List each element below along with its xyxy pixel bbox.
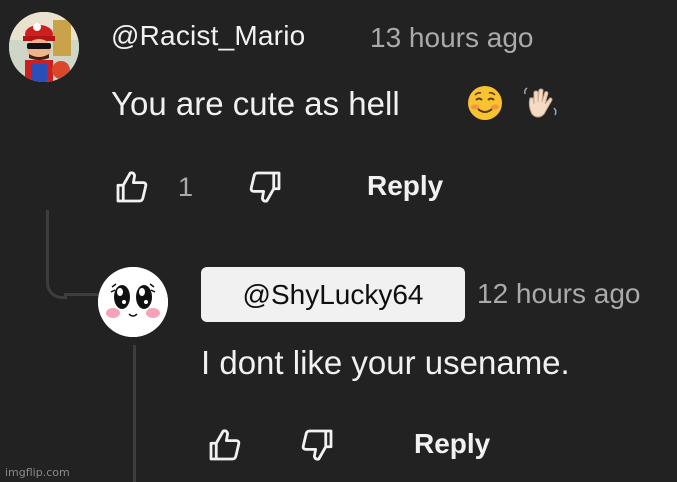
comment-text: You are cute as hell xyxy=(111,85,400,122)
thread-connector-line xyxy=(64,293,98,296)
reply-timestamp[interactable]: 12 hours ago xyxy=(477,278,640,310)
reply-author[interactable]: @ShyLucky64 xyxy=(243,279,424,311)
reply-button[interactable]: Reply xyxy=(414,428,490,460)
waving-hand-icon xyxy=(522,84,560,122)
thumbs-down-icon[interactable] xyxy=(296,424,338,466)
like-count: 1 xyxy=(178,172,194,202)
thread-connector-line xyxy=(46,210,67,299)
thumbs-up-icon[interactable] xyxy=(204,424,246,466)
thread-line xyxy=(133,345,136,482)
thumbs-down-icon[interactable] xyxy=(244,166,286,208)
comment-author[interactable]: @Racist_Mario xyxy=(111,20,305,52)
comment-timestamp[interactable]: 13 hours ago xyxy=(370,22,533,54)
watermark: imgflip.com xyxy=(5,466,70,479)
smiling-face-icon xyxy=(466,84,504,122)
mention-author-chip[interactable]: @ShyLucky64 xyxy=(201,267,465,322)
thumbs-up-icon[interactable] xyxy=(111,166,153,208)
avatar-racist-mario[interactable] xyxy=(9,12,79,82)
reply-button[interactable]: Reply xyxy=(367,170,443,202)
avatar-shylucky64[interactable] xyxy=(98,267,168,337)
reply-text: I dont like your usename. xyxy=(201,344,570,381)
